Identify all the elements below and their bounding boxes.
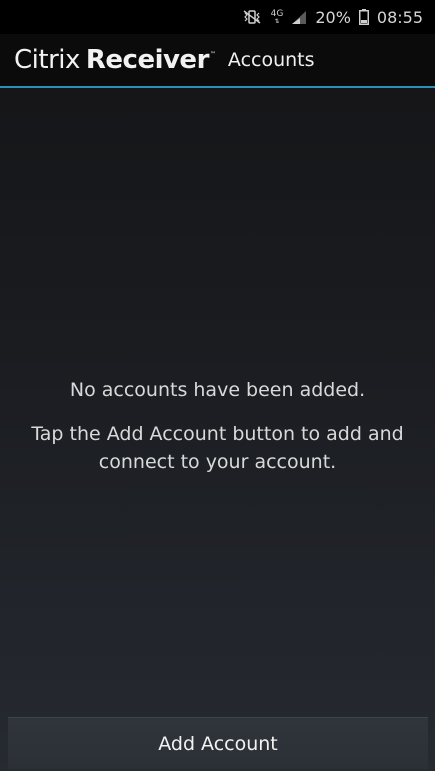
battery-icon: [358, 9, 369, 25]
brand-receiver: Receiver: [85, 45, 210, 75]
network-arrows: ⇅: [274, 17, 280, 25]
status-icons: 4G ⇅ 20% 08:55: [241, 0, 423, 34]
app-bar: Citrix Receiver ™ Accounts: [0, 34, 435, 88]
screen: 4G ⇅ 20% 08:55 Citrix Receiver ™ Account…: [0, 0, 435, 771]
mute-vibrate-icon: [241, 9, 263, 25]
page-title: Accounts: [227, 49, 315, 71]
status-bar: 4G ⇅ 20% 08:55: [0, 0, 435, 34]
empty-state-hint: Tap the Add Account button to add and co…: [31, 423, 404, 473]
battery-percent: 20%: [315, 7, 351, 27]
network-type-icon: 4G ⇅: [271, 9, 284, 25]
signal-icon: [291, 10, 307, 24]
citrix-receiver-logo: Citrix Receiver ™: [14, 45, 216, 75]
empty-state: No accounts have been added. Tap the Add…: [0, 376, 435, 476]
empty-state-message: No accounts have been added.: [69, 379, 366, 401]
brand-trademark: ™: [209, 51, 216, 58]
brand-citrix: Citrix: [14, 45, 80, 75]
clock: 08:55: [376, 7, 423, 27]
add-account-button[interactable]: Add Account: [8, 717, 428, 769]
